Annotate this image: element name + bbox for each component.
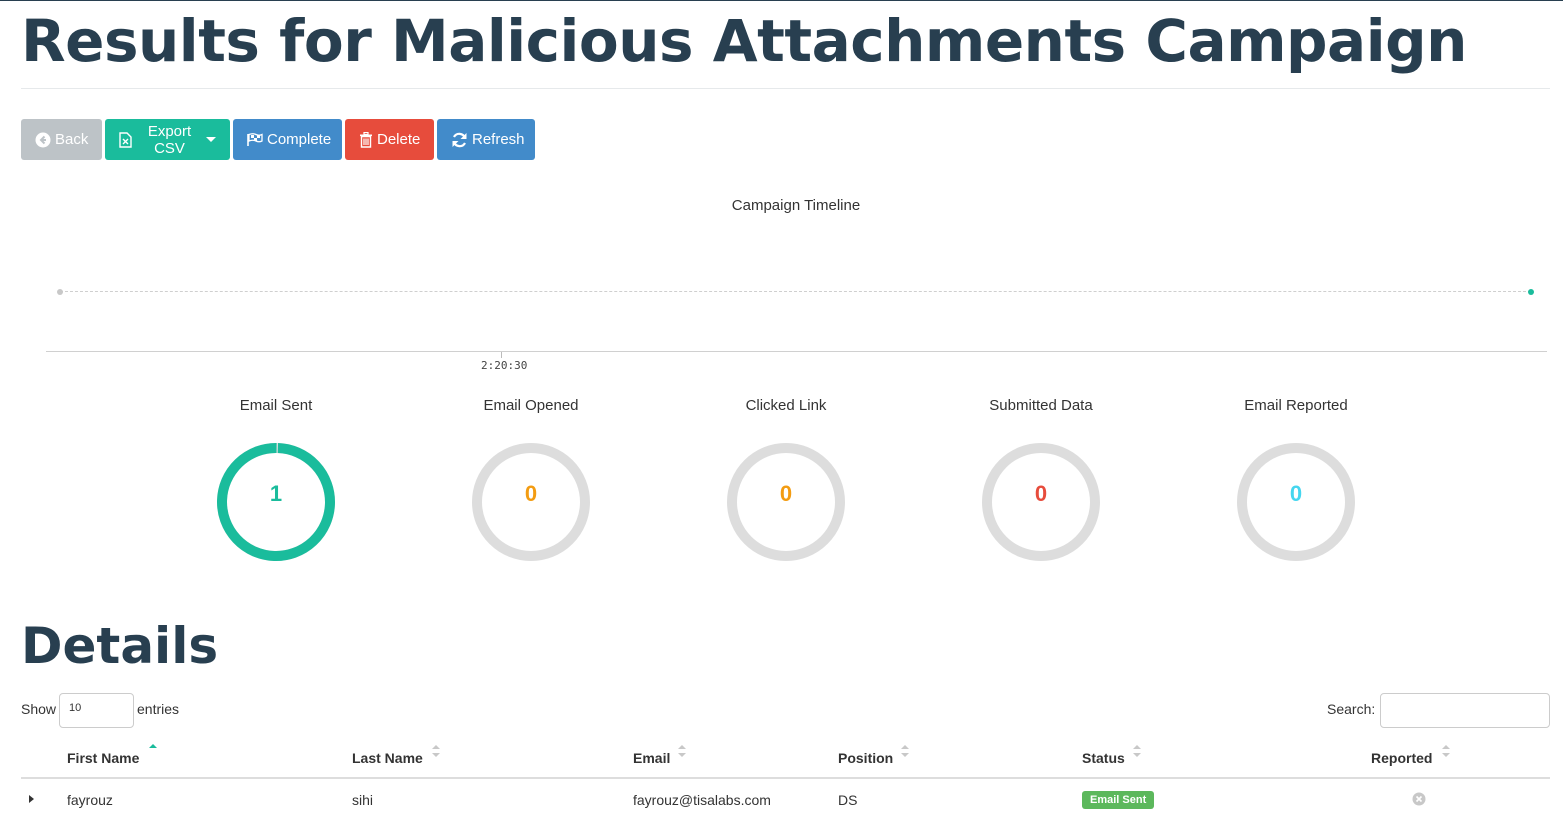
- entries-length-select[interactable]: 10: [59, 693, 134, 728]
- timeline-tick-label: 2:20:30: [481, 359, 528, 372]
- status-badge: Email Sent: [1082, 791, 1155, 809]
- complete-button[interactable]: Complete: [233, 119, 342, 160]
- stat-value: 0: [524, 481, 538, 506]
- stat-email-sent: Email Sent 1: [176, 397, 376, 562]
- export-csv-label: Export CSV: [147, 122, 192, 157]
- not-reported-icon: [1412, 792, 1426, 806]
- back-button[interactable]: Back: [21, 119, 102, 160]
- title-divider: [21, 88, 1550, 89]
- entries-length-value: 10: [69, 702, 82, 714]
- stat-submitted-data: Submitted Data 0: [941, 397, 1141, 561]
- search-input[interactable]: [1380, 693, 1550, 728]
- column-header-email[interactable]: Email: [633, 750, 670, 766]
- stat-label: Email Opened: [483, 397, 579, 414]
- cell-position: DS: [838, 792, 858, 808]
- sort-icon: [901, 745, 909, 757]
- delete-label: Delete: [377, 131, 421, 148]
- timeline-title: Campaign Timeline: [731, 197, 861, 214]
- export-csv-button[interactable]: Export CSV: [105, 119, 230, 160]
- column-header-first-name[interactable]: First Name: [67, 750, 139, 766]
- timeline-event-point[interactable]: [1528, 289, 1534, 295]
- stat-label: Email Sent: [239, 397, 313, 414]
- details-title: Details: [21, 617, 219, 675]
- stat-email-reported: Email Reported 0: [1196, 397, 1396, 561]
- stat-value: 0: [779, 481, 793, 506]
- delete-button[interactable]: Delete: [345, 119, 434, 160]
- cell-last-name: sihi: [352, 792, 374, 808]
- show-label: Show: [21, 701, 57, 717]
- stat-email-opened: Email Opened 0: [431, 397, 631, 561]
- refresh-icon: [451, 132, 468, 148]
- refresh-label: Refresh: [472, 131, 525, 148]
- timeline-start-point: [57, 289, 63, 295]
- page-title: Results for Malicious Attachments Campai…: [21, 7, 1467, 75]
- table-row[interactable]: fayrouz sihi fayrouz@tisalabs.com DS Ema…: [21, 781, 1550, 819]
- stat-label: Email Reported: [1244, 397, 1348, 414]
- sort-asc-icon: [149, 744, 157, 748]
- stat-clicked-link: Clicked Link 0: [686, 397, 886, 561]
- expand-row-icon[interactable]: [29, 795, 34, 803]
- search-label: Search:: [1327, 701, 1376, 717]
- caret-down-icon: [206, 137, 216, 142]
- column-header-reported[interactable]: Reported: [1371, 750, 1432, 766]
- timeline-axis: [46, 351, 1547, 352]
- column-header-status[interactable]: Status: [1082, 750, 1125, 766]
- timeline-axis-tick: [501, 352, 502, 358]
- column-header-last-name[interactable]: Last Name: [352, 750, 423, 766]
- arrow-circle-left-icon: [35, 132, 51, 148]
- timeline-track: [60, 291, 1531, 292]
- stat-label: Submitted Data: [989, 397, 1093, 414]
- stat-value: 1: [269, 481, 283, 506]
- stat-value: 0: [1034, 481, 1048, 506]
- cell-email: fayrouz@tisalabs.com: [633, 792, 771, 808]
- sort-icon: [1133, 745, 1141, 757]
- sort-icon: [678, 745, 686, 757]
- flag-checkered-icon: [247, 132, 263, 147]
- back-label: Back: [55, 131, 89, 148]
- file-excel-icon: [119, 131, 132, 148]
- cell-first-name: fayrouz: [67, 792, 113, 808]
- stat-value: 0: [1289, 481, 1303, 506]
- sort-icon: [1442, 745, 1450, 757]
- stat-label: Clicked Link: [745, 397, 827, 414]
- complete-label: Complete: [267, 131, 332, 148]
- column-header-position[interactable]: Position: [838, 750, 893, 766]
- refresh-button[interactable]: Refresh: [437, 119, 535, 160]
- campaign-toolbar: Back Export CSV Complete Delete Refresh: [21, 119, 535, 160]
- entries-label: entries: [137, 701, 180, 717]
- table-header: First Name Last Name Email Position Stat…: [21, 741, 1550, 779]
- sort-icon: [432, 745, 440, 757]
- trash-icon: [359, 131, 373, 148]
